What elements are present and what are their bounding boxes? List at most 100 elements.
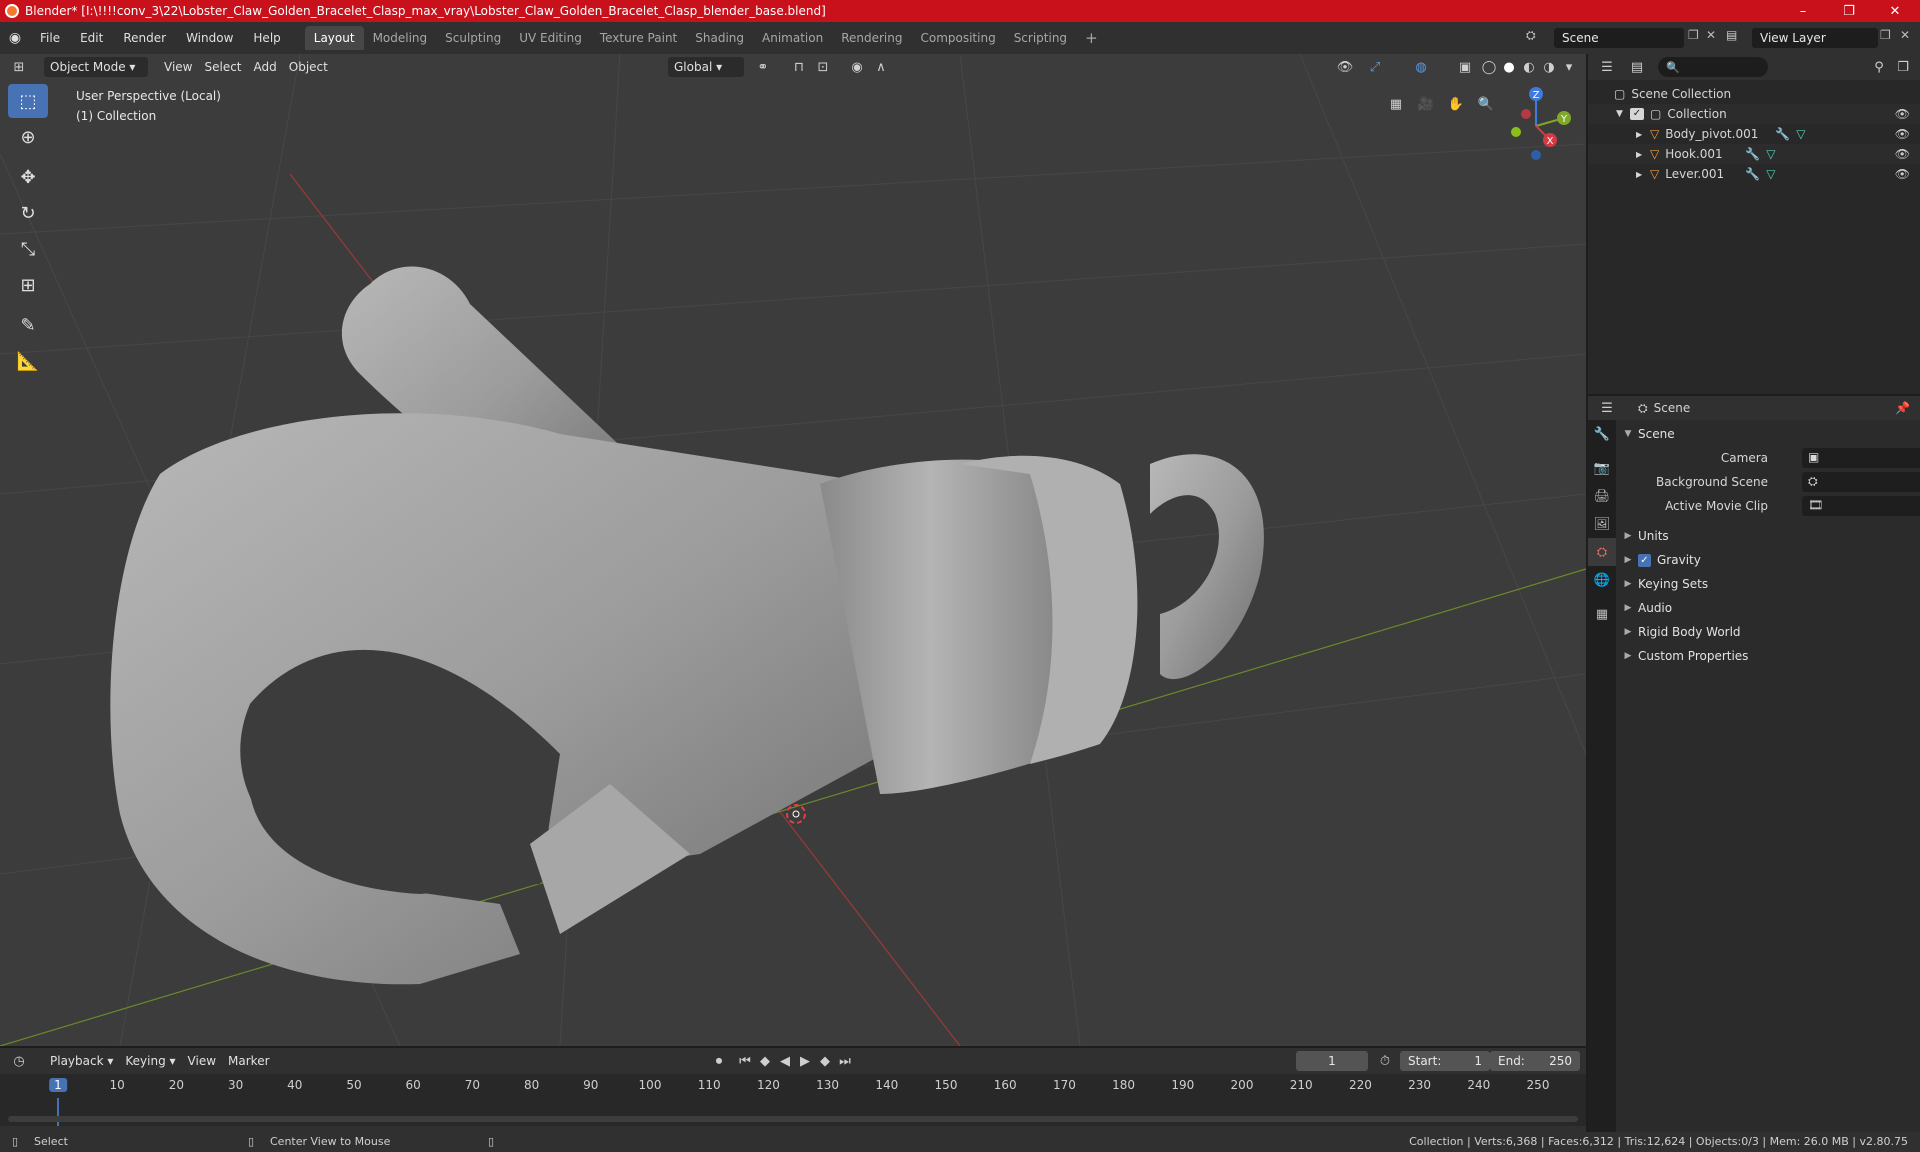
play-reverse-icon[interactable]: ◀: [774, 1051, 796, 1071]
menu-help[interactable]: Help: [243, 27, 290, 49]
pan-view-icon[interactable]: ✋: [1442, 90, 1470, 118]
jump-end-icon[interactable]: ⏭: [834, 1051, 856, 1071]
texture-tab-icon[interactable]: ▦: [1588, 600, 1616, 628]
scene-selector-icon[interactable]: ⛭: [1526, 28, 1546, 48]
scene-tab-icon[interactable]: ⛭: [1588, 538, 1616, 566]
expand-arrow-icon[interactable]: ▶: [1636, 170, 1650, 179]
tab-modeling[interactable]: Modeling: [364, 26, 437, 50]
current-frame-field[interactable]: 1: [1296, 1051, 1368, 1071]
panel-keying-sets[interactable]: ▶ Keying Sets: [1618, 572, 1918, 596]
panel-units[interactable]: ▶ Units: [1618, 524, 1918, 548]
view-layer-icon[interactable]: ▤: [1726, 28, 1737, 42]
close-button[interactable]: ✕: [1872, 0, 1918, 22]
maximize-button[interactable]: ❐: [1826, 0, 1872, 22]
solid-shading-icon[interactable]: ●: [1498, 57, 1520, 77]
timeline-track-area[interactable]: [0, 1098, 1586, 1126]
cursor-tool-icon[interactable]: ⊕: [8, 120, 48, 154]
tab-layout[interactable]: Layout: [304, 26, 364, 50]
prev-keyframe-icon[interactable]: ◆: [754, 1051, 776, 1071]
viewport-menu-object[interactable]: Object: [283, 57, 334, 77]
preview-range-icon[interactable]: ⏱: [1374, 1051, 1396, 1071]
viewport-menu-view[interactable]: View: [158, 57, 198, 77]
camera-view-icon[interactable]: 🎥: [1412, 90, 1440, 118]
object-mode-dropdown[interactable]: Object Mode ▾: [44, 57, 148, 77]
outliner-row-object[interactable]: ▶ ▽ Body_pivot.001 🔧 ▽ 👁: [1588, 124, 1920, 144]
overlays-icon[interactable]: ◍: [1410, 57, 1432, 77]
annotate-tool-icon[interactable]: ✎: [8, 308, 48, 342]
outliner-row-collection[interactable]: ▼ ✓ ▢ Collection 👁: [1588, 104, 1920, 124]
transform-orientation-dropdown[interactable]: Global ▾: [668, 57, 744, 77]
wireframe-shading-icon[interactable]: ◯: [1478, 57, 1500, 77]
eye-icon[interactable]: 👁: [1895, 127, 1910, 141]
editor-type-icon[interactable]: ⊞: [8, 57, 30, 77]
axis-gizmo[interactable]: Z Y X: [1496, 86, 1576, 166]
xray-icon[interactable]: ▣: [1454, 57, 1476, 77]
timeline-menu-view[interactable]: View: [182, 1051, 222, 1071]
delete-view-layer-icon[interactable]: ✕: [1900, 28, 1910, 42]
new-view-layer-icon[interactable]: ❐: [1880, 28, 1891, 42]
tab-compositing[interactable]: Compositing: [911, 26, 1004, 50]
scene-field[interactable]: Scene: [1554, 28, 1684, 48]
expand-arrow-icon[interactable]: ▶: [1636, 150, 1650, 159]
menu-render[interactable]: Render: [113, 27, 176, 49]
timeline-scrollbar[interactable]: [8, 1116, 1578, 1122]
grid-view-icon[interactable]: ▦: [1382, 90, 1410, 118]
menu-file[interactable]: File: [30, 27, 70, 49]
timeline-menu-keying[interactable]: Keying ▾: [119, 1051, 181, 1071]
world-tab-icon[interactable]: 🌐: [1588, 566, 1616, 594]
visibility-icon[interactable]: 👁: [1334, 57, 1356, 77]
output-tab-icon[interactable]: 🖨: [1588, 482, 1616, 510]
eye-icon[interactable]: 👁: [1895, 107, 1910, 121]
timeline-menu-marker[interactable]: Marker: [222, 1051, 275, 1071]
rotate-tool-icon[interactable]: ↻: [8, 196, 48, 230]
timeline-ruler[interactable]: 1 10 20 30 40 50 60 70 80 90 100 110 120 130 140 150 160…: [0, 1074, 1586, 1098]
new-collection-icon[interactable]: ❐: [1892, 57, 1914, 77]
move-tool-icon[interactable]: ✥: [8, 160, 48, 194]
material-shading-icon[interactable]: ◐: [1518, 57, 1540, 77]
rendered-shading-icon[interactable]: ◑: [1538, 57, 1560, 77]
tab-shading[interactable]: Shading: [686, 26, 753, 50]
eye-icon[interactable]: 👁: [1895, 167, 1910, 181]
delete-scene-icon[interactable]: ✕: [1706, 28, 1716, 42]
new-scene-icon[interactable]: ❐: [1688, 28, 1699, 42]
gravity-checkbox[interactable]: ✓: [1638, 553, 1651, 567]
shading-options-icon[interactable]: ▾: [1558, 57, 1580, 77]
display-mode-icon[interactable]: ▤: [1626, 57, 1648, 77]
tool-settings-tab-icon[interactable]: 🔧: [1588, 420, 1616, 448]
menu-window[interactable]: Window: [176, 27, 243, 49]
gizmo-toggle-icon[interactable]: ⤢: [1364, 57, 1386, 77]
pin-icon[interactable]: 📌: [1895, 401, 1910, 415]
view-layer-field[interactable]: View Layer: [1752, 28, 1878, 48]
modifier-icon[interactable]: 🔧: [1745, 167, 1760, 181]
end-frame-field[interactable]: End: 250: [1490, 1051, 1580, 1071]
mesh-data-icon[interactable]: ▽: [1796, 127, 1805, 141]
snap-icon[interactable]: ⊓: [788, 57, 810, 77]
blender-menu-icon[interactable]: ◉: [0, 30, 30, 46]
outliner-search-input[interactable]: 🔍: [1658, 57, 1768, 77]
tab-animation[interactable]: Animation: [753, 26, 832, 50]
camera-field[interactable]: ▣✎: [1802, 448, 1920, 468]
next-keyframe-icon[interactable]: ◆: [814, 1051, 836, 1071]
tab-uv-editing[interactable]: UV Editing: [510, 26, 591, 50]
scale-tool-icon[interactable]: ⤡: [8, 232, 48, 266]
add-workspace-icon[interactable]: +: [1076, 26, 1107, 50]
tab-scripting[interactable]: Scripting: [1005, 26, 1076, 50]
start-frame-field[interactable]: Start: 1: [1400, 1051, 1490, 1071]
view-layer-tab-icon[interactable]: 🖼: [1588, 510, 1616, 538]
record-icon[interactable]: ⏺: [708, 1051, 730, 1071]
play-icon[interactable]: ▶: [794, 1051, 816, 1071]
expand-arrow-icon[interactable]: ▼: [1616, 109, 1630, 119]
viewport-menu-select[interactable]: Select: [198, 57, 247, 77]
pivot-point-icon[interactable]: ⚭: [752, 57, 774, 77]
active-movie-clip-field[interactable]: 🎞: [1802, 496, 1920, 516]
eye-icon[interactable]: 👁: [1895, 147, 1910, 161]
tab-texture-paint[interactable]: Texture Paint: [591, 26, 686, 50]
tab-rendering[interactable]: Rendering: [832, 26, 911, 50]
filter-icon[interactable]: ⚲: [1868, 57, 1890, 77]
render-tab-icon[interactable]: 📷: [1588, 454, 1616, 482]
measure-tool-icon[interactable]: 📐: [8, 344, 48, 378]
timeline-menu-playback[interactable]: Playback ▾: [44, 1051, 119, 1071]
menu-edit[interactable]: Edit: [70, 27, 113, 49]
outliner-row-scene-collection[interactable]: ▢ Scene Collection: [1588, 84, 1920, 104]
tab-sculpting[interactable]: Sculpting: [436, 26, 510, 50]
